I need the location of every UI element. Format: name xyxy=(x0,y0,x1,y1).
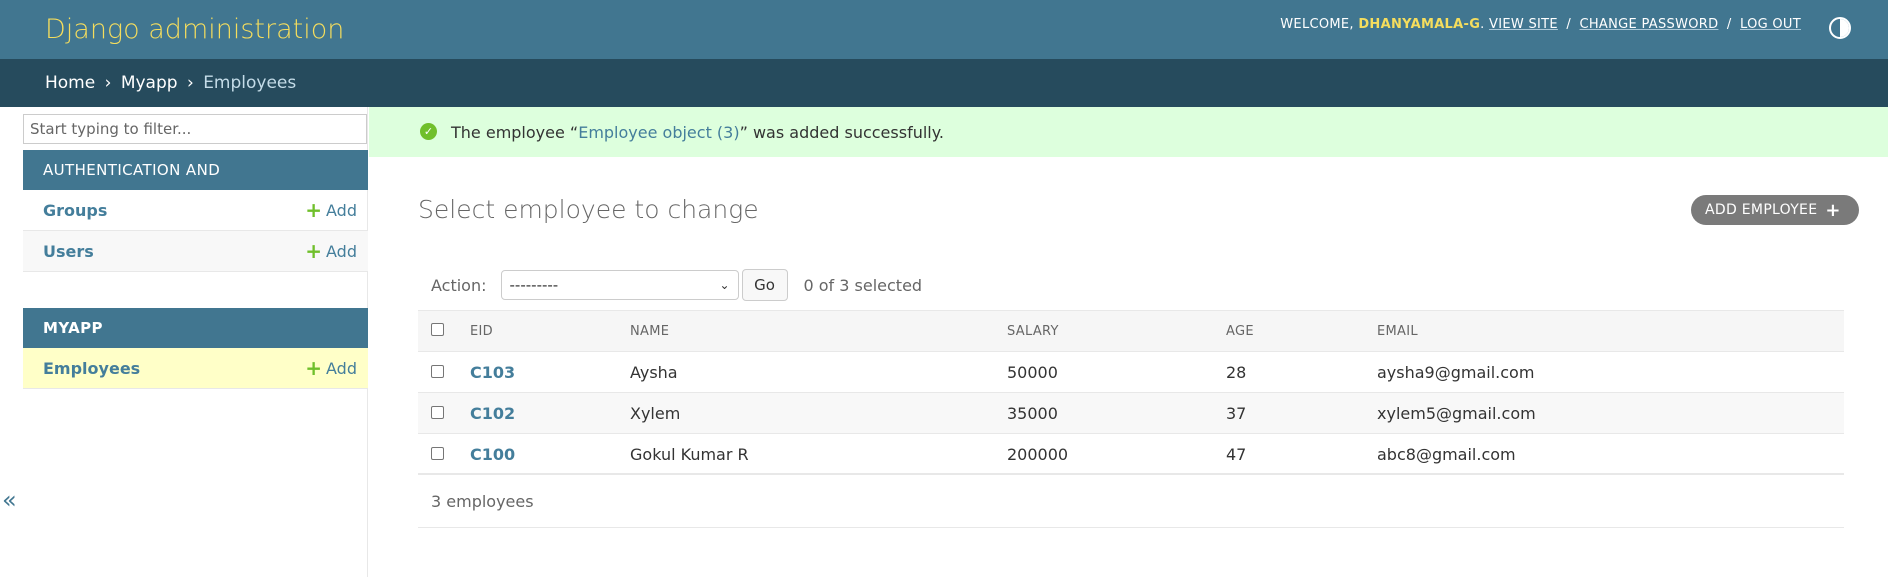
breadcrumb-current: Employees xyxy=(203,73,297,93)
change-password-link[interactable]: CHANGE PASSWORD xyxy=(1579,17,1718,32)
salary-cell: 200000 xyxy=(1007,444,1069,464)
users-add-link[interactable]: + Add xyxy=(305,241,357,261)
email-cell: abc8@gmail.com xyxy=(1377,444,1516,464)
name-cell: Xylem xyxy=(630,403,681,423)
app-caption-myapp[interactable]: MYAPP xyxy=(23,308,368,348)
log-out-link[interactable]: LOG OUT xyxy=(1740,17,1801,32)
name-cell: Gokul Kumar R xyxy=(630,444,749,464)
users-link[interactable]: Users xyxy=(43,242,94,261)
table-row: C100 Gokul Kumar R 200000 47 abc8@gmail.… xyxy=(418,434,1844,475)
add-icon: + xyxy=(305,356,323,380)
go-button[interactable]: Go xyxy=(741,269,788,301)
groups-link[interactable]: Groups xyxy=(43,201,107,220)
breadcrumb-myapp[interactable]: Myapp xyxy=(121,73,178,93)
add-employee-button[interactable]: ADD EMPLOYEE + xyxy=(1691,195,1859,225)
add-icon: + xyxy=(305,198,323,222)
add-label: Add xyxy=(326,241,357,261)
header: Django administration WELCOME, DHANYAMAL… xyxy=(0,0,1888,59)
row-checkbox[interactable] xyxy=(431,364,444,378)
table-row: C103 Aysha 50000 28 aysha9@gmail.com xyxy=(418,352,1844,393)
action-select-value: --------- xyxy=(509,276,559,294)
column-eid[interactable]: EID xyxy=(470,311,630,352)
email-cell: xylem5@gmail.com xyxy=(1377,403,1536,423)
action-select[interactable]: --------- ⌄ xyxy=(500,270,739,300)
column-salary[interactable]: SALARY xyxy=(1007,311,1226,352)
select-all-checkbox[interactable] xyxy=(431,322,444,336)
age-cell: 47 xyxy=(1226,444,1247,464)
app-caption-auth[interactable]: AUTHENTICATION AND AUTHORIZATION xyxy=(23,150,368,219)
actions-bar: Action: --------- ⌄ Go 0 of 3 selected xyxy=(418,260,1844,310)
success-message-text: The employee “Employee object (3)” was a… xyxy=(451,122,945,142)
employee-object-link[interactable]: Employee object (3) xyxy=(578,123,739,142)
result-list: EID NAME SALARY AGE EMAIL C103 Aysha 500… xyxy=(418,310,1844,475)
sidebar-collapse-icon[interactable]: « xyxy=(2,486,17,514)
salary-cell: 50000 xyxy=(1007,362,1058,382)
sidebar-item-users: Users + Add xyxy=(23,231,368,272)
sidebar-item-employees: Employees + Add xyxy=(23,348,368,389)
salary-cell: 35000 xyxy=(1007,403,1058,423)
column-name[interactable]: NAME xyxy=(630,311,1007,352)
table-row: C102 Xylem 35000 37 xylem5@gmail.com xyxy=(418,392,1844,434)
user-tools: WELCOME, DHANYAMALA-G. VIEW SITE / CHANG… xyxy=(1280,17,1801,32)
paginator: 3 employees xyxy=(418,473,1844,528)
age-cell: 28 xyxy=(1226,362,1247,382)
success-check-icon: ✓ xyxy=(420,123,437,140)
row-checkbox[interactable] xyxy=(431,405,444,419)
action-counter: 0 of 3 selected xyxy=(803,275,923,295)
column-email[interactable]: EMAIL xyxy=(1377,311,1844,352)
welcome-text: WELCOME, xyxy=(1280,17,1354,32)
breadcrumb: Home › Myapp › Employees xyxy=(0,59,1888,107)
eid-link[interactable]: C100 xyxy=(470,445,515,464)
eid-link[interactable]: C103 xyxy=(470,363,515,382)
nav-filter-input[interactable] xyxy=(23,114,367,144)
employee-table: EID NAME SALARY AGE EMAIL C103 Aysha 500… xyxy=(418,310,1844,475)
add-icon: + xyxy=(305,239,323,263)
view-site-link[interactable]: VIEW SITE xyxy=(1489,17,1558,32)
site-brand[interactable]: Django administration xyxy=(45,14,344,45)
app-auth: AUTHENTICATION AND AUTHORIZATION Groups … xyxy=(23,150,368,272)
action-label: Action: xyxy=(431,275,487,295)
name-cell: Aysha xyxy=(630,362,678,382)
theme-toggle-icon[interactable] xyxy=(1829,17,1851,39)
plus-icon: + xyxy=(1825,199,1841,221)
success-message: ✓ The employee “Employee object (3)” was… xyxy=(369,107,1888,157)
breadcrumb-home[interactable]: Home xyxy=(45,73,95,93)
column-age[interactable]: AGE xyxy=(1226,311,1377,352)
employees-add-link[interactable]: + Add xyxy=(305,358,357,378)
table-header-row: EID NAME SALARY AGE EMAIL xyxy=(418,310,1844,352)
app-myapp: MYAPP Employees + Add xyxy=(23,308,368,389)
add-employee-label: ADD EMPLOYEE xyxy=(1705,202,1818,218)
chevron-down-icon: ⌄ xyxy=(719,278,730,292)
age-cell: 37 xyxy=(1226,403,1247,423)
separator: / xyxy=(1726,17,1732,32)
eid-link[interactable]: C102 xyxy=(470,404,515,423)
breadcrumb-separator: › xyxy=(186,73,194,93)
row-checkbox[interactable] xyxy=(431,446,444,460)
page-title: Select employee to change xyxy=(418,195,759,224)
separator: / xyxy=(1566,17,1572,32)
groups-add-link[interactable]: + Add xyxy=(305,200,357,220)
employees-link[interactable]: Employees xyxy=(43,359,140,378)
sidebar: AUTHENTICATION AND AUTHORIZATION Groups … xyxy=(0,107,368,577)
breadcrumb-separator: › xyxy=(104,73,112,93)
username: DHANYAMALA-G xyxy=(1358,17,1481,32)
add-label: Add xyxy=(326,358,357,378)
email-cell: aysha9@gmail.com xyxy=(1377,362,1535,382)
add-label: Add xyxy=(326,200,357,220)
